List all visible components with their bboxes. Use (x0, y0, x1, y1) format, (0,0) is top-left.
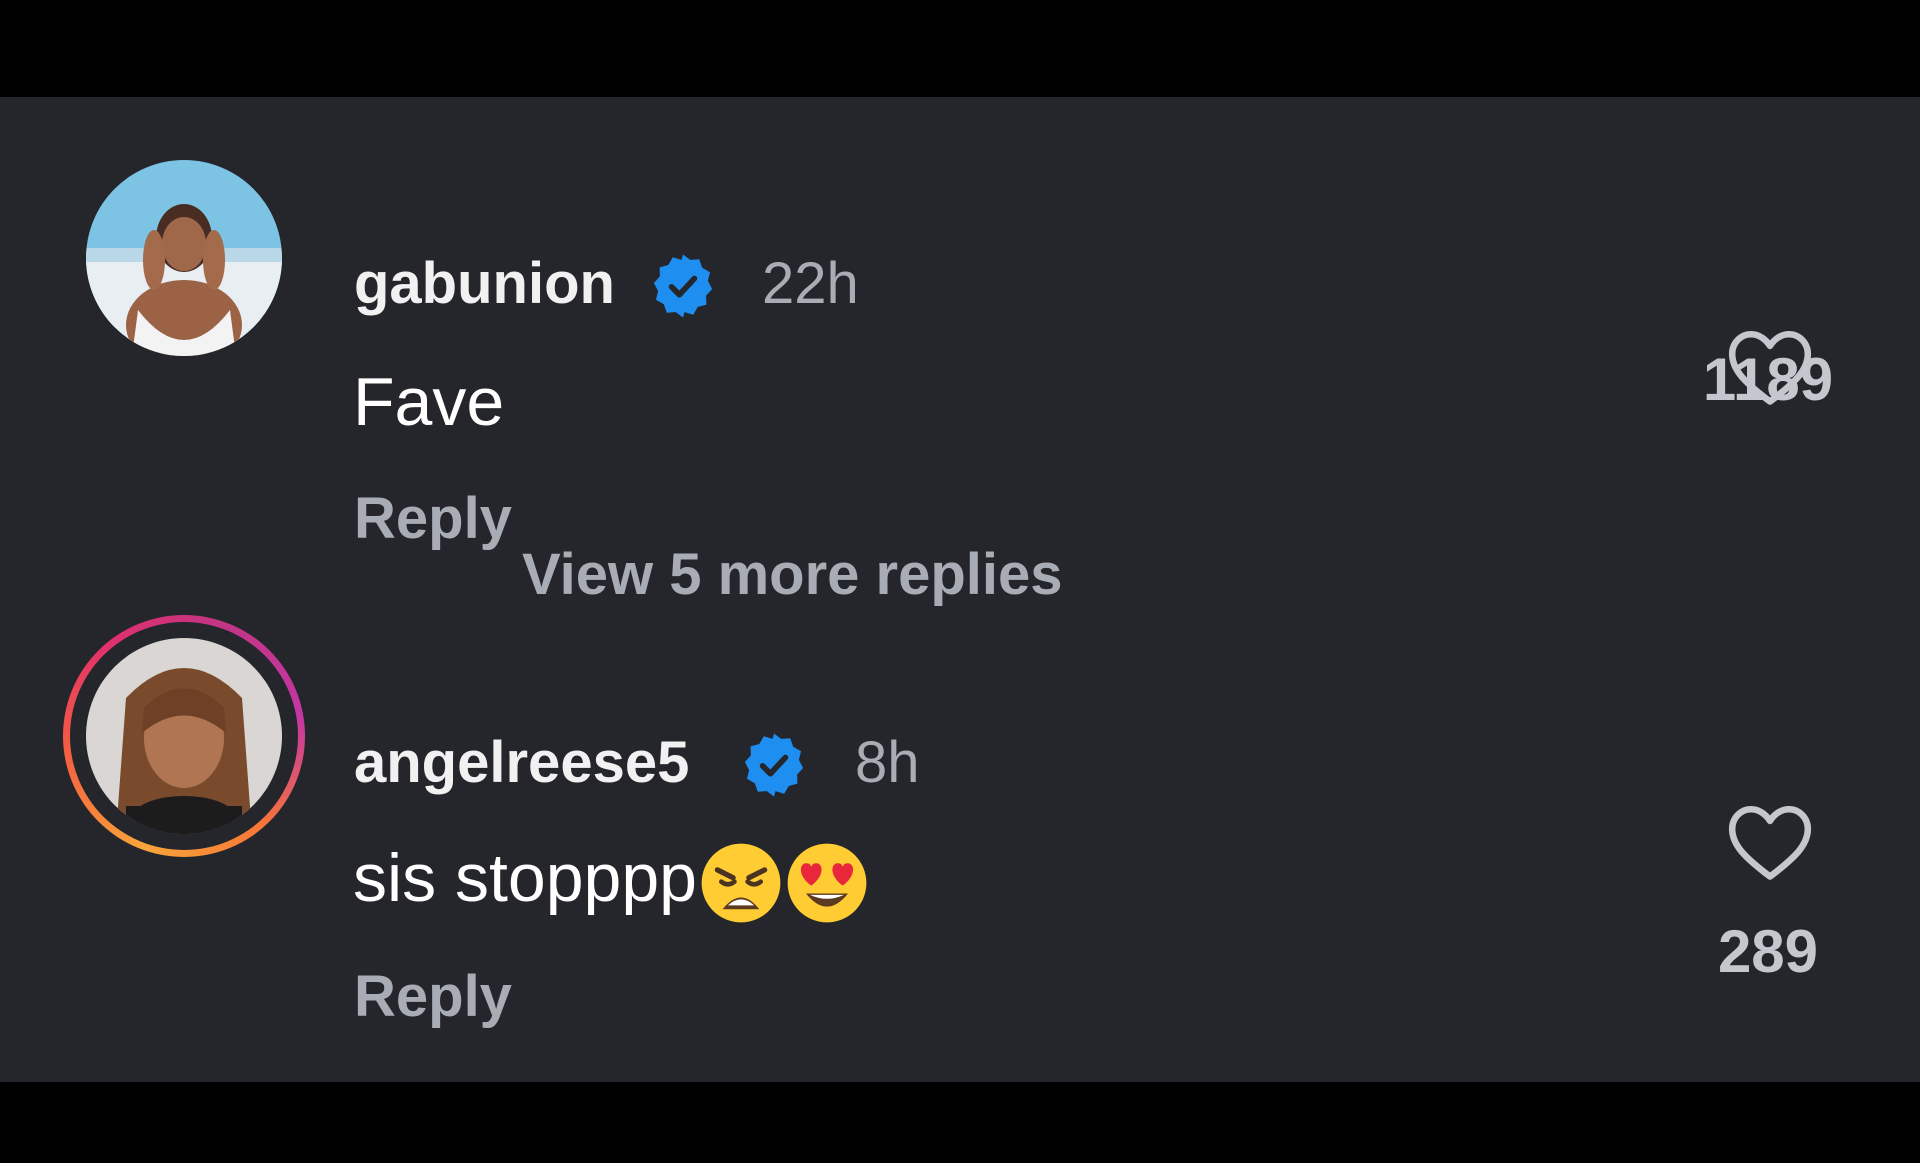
comment-text: sis stopppp (353, 840, 697, 916)
avatar[interactable] (86, 638, 282, 834)
comment-text-row: sis stopppp (353, 838, 869, 925)
verified-badge-icon (653, 254, 713, 318)
comments-panel: gabunion 22h Fave Reply 1189 View 5 more… (0, 97, 1920, 1082)
heart-outline-icon[interactable] (1725, 802, 1815, 882)
comment-username[interactable]: angelreese5 (354, 728, 689, 798)
weary-face-emoji (701, 843, 781, 923)
avatar[interactable] (86, 160, 282, 356)
like-count: 1189 (1702, 346, 1834, 413)
comment-username[interactable]: gabunion (354, 249, 615, 319)
reply-button[interactable]: Reply (354, 962, 512, 1032)
screenshot-frame: gabunion 22h Fave Reply 1189 View 5 more… (0, 0, 1920, 1163)
view-more-replies-link[interactable]: View 5 more replies (522, 540, 1063, 610)
comment-text: Fave (353, 364, 505, 440)
heart-eyes-emoji (787, 843, 867, 923)
comment-time: 22h (762, 251, 859, 316)
verified-badge-icon (744, 733, 804, 797)
reply-button[interactable]: Reply (354, 484, 512, 554)
like-count: 289 (1717, 918, 1819, 985)
comment-time: 8h (855, 730, 920, 795)
